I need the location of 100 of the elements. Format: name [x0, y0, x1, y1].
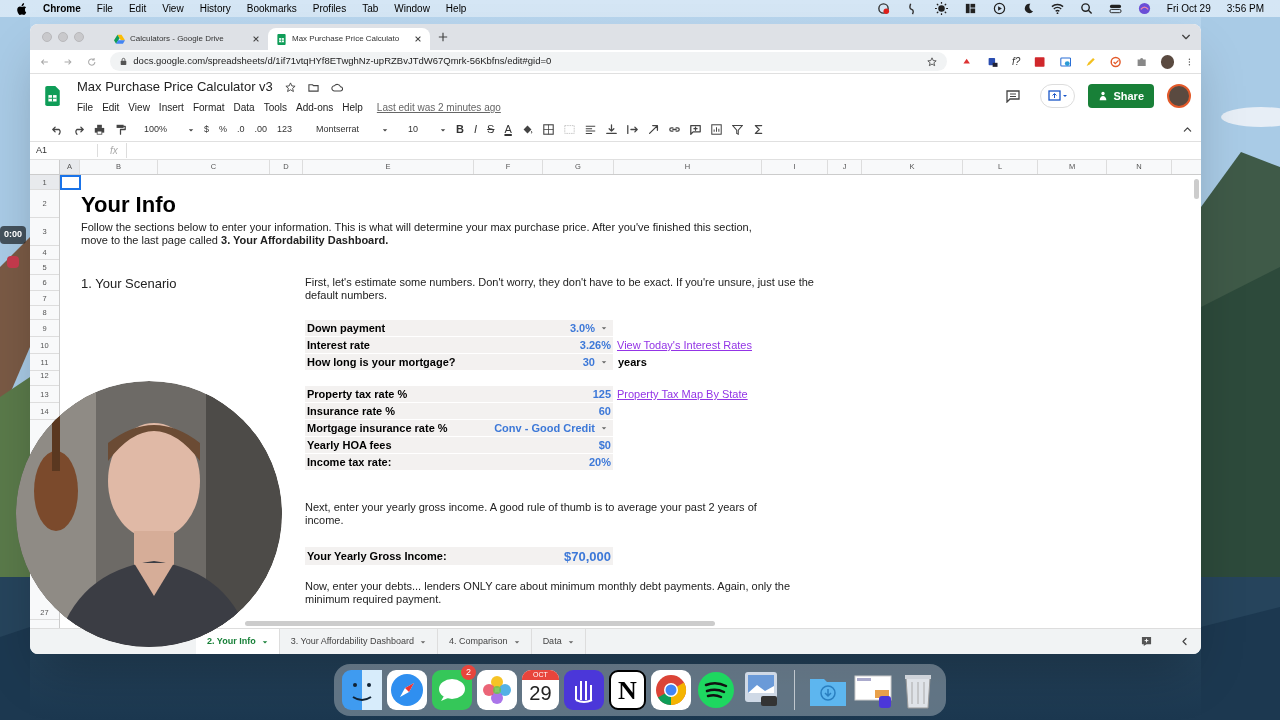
flower-icon[interactable] — [477, 670, 517, 710]
menu-item[interactable]: File — [77, 99, 94, 115]
sheet-tab[interactable]: 4. Comparison — [438, 629, 532, 654]
menu-item[interactable]: Bookmarks — [246, 1, 297, 16]
star-icon[interactable] — [284, 81, 296, 93]
menu-item[interactable]: Help — [445, 1, 467, 16]
vertical-align-icon[interactable] — [605, 124, 617, 135]
menu-item[interactable]: Edit — [102, 99, 120, 115]
menu-item[interactable]: View — [162, 1, 184, 16]
link-icon[interactable] — [668, 124, 680, 135]
menu-item[interactable]: Add-ons — [296, 99, 334, 115]
comment-icon[interactable] — [1006, 89, 1021, 103]
menu-item[interactable]: Profiles — [312, 1, 347, 16]
vertical-scrollbar[interactable] — [1194, 179, 1199, 199]
menu-item[interactable]: Data — [233, 99, 255, 115]
check-circle-icon[interactable] — [1110, 55, 1122, 68]
notion-app-icon[interactable]: N — [608, 670, 647, 710]
control-center-icon[interactable] — [1108, 2, 1122, 15]
menu-item[interactable]: Help — [342, 99, 363, 115]
menu-item[interactable]: Tab — [362, 1, 379, 16]
text-style-button[interactable]: I — [474, 121, 478, 138]
selected-cell[interactable] — [60, 175, 81, 190]
menu-bar-time[interactable]: 3:56 PM — [1226, 1, 1264, 16]
print-icon[interactable] — [94, 124, 105, 135]
more-icon[interactable] — [1188, 56, 1191, 67]
font-select[interactable]: Montserrat — [316, 122, 373, 137]
wifi-icon[interactable] — [1050, 2, 1064, 15]
avatar[interactable] — [1160, 54, 1175, 69]
finder-icon[interactable] — [342, 670, 382, 710]
text-style-button[interactable]: S — [487, 121, 495, 138]
folder-icon[interactable] — [307, 81, 319, 93]
avatar[interactable] — [1167, 84, 1191, 108]
menu-item[interactable]: History — [199, 1, 231, 16]
search-icon[interactable] — [1079, 2, 1093, 15]
horizontal-scrollbar[interactable] — [245, 621, 715, 626]
address-bar[interactable]: docs.google.com/spreadsheets/d/1if71vtqHYf8ETwghNz-upRZBvJTdW67Qmrk-56Kbfns/edit#gid=0 — [110, 52, 948, 71]
zoom-select[interactable]: 100% — [144, 122, 178, 137]
explore-icon[interactable] — [1141, 636, 1152, 647]
name-box[interactable]: A1 — [30, 143, 98, 158]
last-edit-link[interactable]: Last edit was 2 minutes ago — [376, 99, 501, 115]
chevron-left-icon[interactable] — [1180, 637, 1189, 646]
field-value[interactable]: 3.0% — [569, 321, 595, 335]
menu-item[interactable]: Window — [394, 1, 430, 16]
field-value[interactable]: $0 — [598, 438, 611, 452]
format-button[interactable]: .00 — [254, 122, 268, 137]
borders-icon[interactable] — [542, 124, 554, 135]
extension-icon[interactable] — [986, 55, 998, 68]
chevron-down-icon[interactable] — [1181, 32, 1191, 42]
field-value[interactable]: 3.26% — [579, 338, 611, 352]
sound-waves-icon[interactable] — [696, 670, 737, 710]
extension-button[interactable]: f? — [1011, 54, 1021, 69]
browser-tab[interactable]: Max Purchase Price Calculato — [268, 28, 430, 50]
cloud-icon[interactable] — [330, 81, 343, 93]
menu-bar-date[interactable]: Fri Oct 29 — [1166, 1, 1211, 16]
link[interactable]: Property Tax Map By State — [617, 388, 748, 401]
field-value[interactable]: 30 — [582, 355, 595, 369]
close-icon[interactable] — [252, 35, 260, 43]
sheet-tab[interactable]: 2. Your Info — [196, 629, 280, 654]
menu-item[interactable]: Tools — [263, 99, 288, 115]
star-icon[interactable] — [927, 56, 938, 67]
text-rotate-icon[interactable] — [647, 124, 659, 135]
new-tab-icon[interactable] — [438, 32, 448, 42]
format-button[interactable]: .0 — [237, 122, 245, 137]
link[interactable]: View Today's Interest Rates — [617, 339, 752, 352]
hand-icon[interactable] — [563, 670, 604, 710]
font-size-select[interactable]: 10 — [408, 122, 431, 137]
sheet-tab[interactable]: 3. Your Affordability Dashboard — [279, 629, 439, 654]
text-style-button[interactable]: B — [456, 121, 465, 138]
format-button[interactable]: $ — [204, 122, 209, 137]
field-value[interactable]: 60 — [598, 404, 611, 418]
sum-icon[interactable] — [752, 124, 764, 135]
camera-icon[interactable] — [1059, 55, 1071, 68]
text-style-button[interactable]: A — [504, 121, 512, 138]
sheet-tab[interactable]: Data — [531, 629, 586, 654]
field-value[interactable]: Conv - Good Credit — [494, 421, 595, 435]
format-button[interactable]: % — [219, 122, 228, 137]
field-value[interactable]: 20% — [588, 455, 611, 469]
menu-item[interactable]: Insert — [158, 99, 184, 115]
format-button[interactable]: 123 — [277, 122, 293, 137]
layout-icon[interactable] — [963, 2, 977, 15]
filter-icon[interactable] — [731, 124, 743, 135]
menu-item[interactable]: Edit — [128, 1, 147, 16]
chat-bubble-icon[interactable] — [432, 670, 472, 710]
field-value[interactable]: $70,000 — [564, 549, 611, 563]
app-menu[interactable]: Chrome — [43, 1, 81, 16]
fill-color-icon[interactable] — [521, 124, 533, 135]
compass-icon[interactable] — [387, 670, 427, 710]
field-value[interactable]: 125 — [592, 387, 611, 401]
chrome-icon[interactable] — [651, 670, 692, 710]
close-icon[interactable] — [414, 35, 422, 43]
menu-item[interactable]: File — [96, 1, 113, 16]
menu-item[interactable]: View — [128, 99, 150, 115]
apple-icon[interactable] — [16, 2, 27, 15]
browser-tab[interactable]: Calculators - Google Drive — [106, 28, 268, 50]
chevron-up-icon[interactable] — [1182, 124, 1193, 135]
share-button[interactable]: Share — [1088, 84, 1154, 108]
merge-cells-icon[interactable] — [563, 124, 575, 135]
brightness-icon[interactable] — [934, 2, 948, 15]
text-wrap-icon[interactable] — [626, 124, 638, 135]
play-icon[interactable] — [992, 2, 1006, 15]
